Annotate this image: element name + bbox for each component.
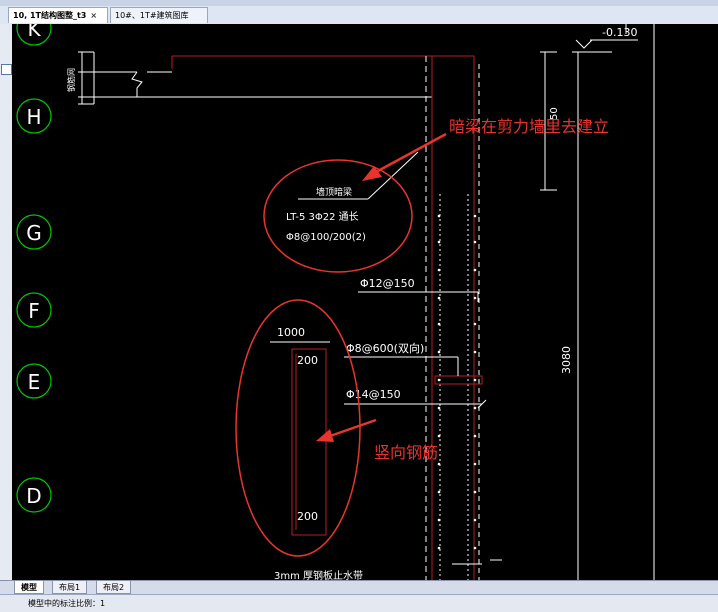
beam-arrow: [362, 132, 447, 181]
layout-tab-label: 布局2: [103, 583, 125, 592]
section-dim-200-top: 200: [297, 354, 318, 367]
beam-line2: Φ8@100/200(2): [286, 232, 366, 243]
rebar-horizontal: Φ12@150: [360, 277, 415, 290]
axis-label-d: D: [26, 484, 41, 508]
axis-label-k: K: [27, 24, 41, 41]
section-dim-1000: 1000: [277, 326, 305, 339]
rebar-note: 竖向钢筋: [374, 443, 438, 462]
bottom-note: 3mm 厚钢板止水带: [274, 569, 363, 580]
tab-architectural-drawing[interactable]: 10#、1T#建筑图库模…×: [110, 7, 208, 36]
rebar-vertical: Φ14@150: [346, 388, 401, 401]
axis-bubble-d: D: [16, 477, 52, 513]
close-icon[interactable]: ×: [90, 11, 97, 20]
layout-tab-layout1[interactable]: 布局1: [52, 581, 88, 594]
axis-label-e: E: [28, 370, 41, 394]
tab-structural-drawing[interactable]: 10, 1T结构图整_t3 ×: [8, 7, 108, 23]
axis-bubble-e: E: [16, 363, 52, 399]
document-tab-bar: 10, 1T结构图整_t3× 10#、1T#建筑图库模…×: [0, 6, 718, 36]
side-label: 钢筋网: [66, 68, 76, 92]
rebar-arrow: [316, 418, 377, 442]
wall-outline-top: [171, 55, 475, 580]
drawing-canvas[interactable]: K H G F E D 钢筋网 50 3080 -0.130 墙顶暗梁 LT-5…: [12, 10, 718, 582]
cad-drawing: K H G F E D 钢筋网 50 3080 -0.130 墙顶暗梁 LT-5…: [16, 10, 655, 582]
status-bar: 模型中的标注比例：1: [0, 594, 718, 612]
beam-note: 暗梁在剪力墙里去建立: [449, 117, 609, 136]
status-text: 模型中的标注比例：1: [28, 599, 106, 608]
elevation-text: -0.130: [602, 26, 637, 39]
axis-bubble-g: G: [16, 214, 52, 250]
axis-label-h: H: [26, 105, 41, 129]
axis-label-g: G: [26, 221, 42, 245]
layout-tab-label: 布局1: [59, 583, 81, 592]
axis-bubble-h: H: [16, 98, 52, 134]
axis-label-f: F: [28, 299, 40, 323]
axis-bubble-f: F: [16, 292, 52, 328]
layout-tab-bar: 模型 布局1 布局2: [0, 580, 718, 595]
layout-tab-model[interactable]: 模型: [14, 581, 44, 594]
section-dim-200-bottom: 200: [297, 510, 318, 523]
rebar-tie: Φ8@600(双向): [346, 341, 424, 355]
beam-title: 墙顶暗梁: [316, 186, 352, 198]
beam-line1: LT-5 3Φ22 通长: [286, 211, 359, 223]
bottom-marks: [452, 559, 502, 565]
layout-tab-layout2[interactable]: 布局2: [96, 581, 132, 594]
slab-detail: [78, 51, 432, 105]
rebar-dots: [437, 214, 477, 550]
axis-bubble-k: K: [16, 10, 52, 46]
layout-tab-label: 模型: [21, 583, 37, 592]
dim-vertical: 3080: [560, 346, 573, 374]
pin-icon[interactable]: [1, 64, 12, 75]
elevation-mark: [575, 39, 638, 49]
tab-label: 10, 1T结构图整_t3: [13, 11, 87, 20]
